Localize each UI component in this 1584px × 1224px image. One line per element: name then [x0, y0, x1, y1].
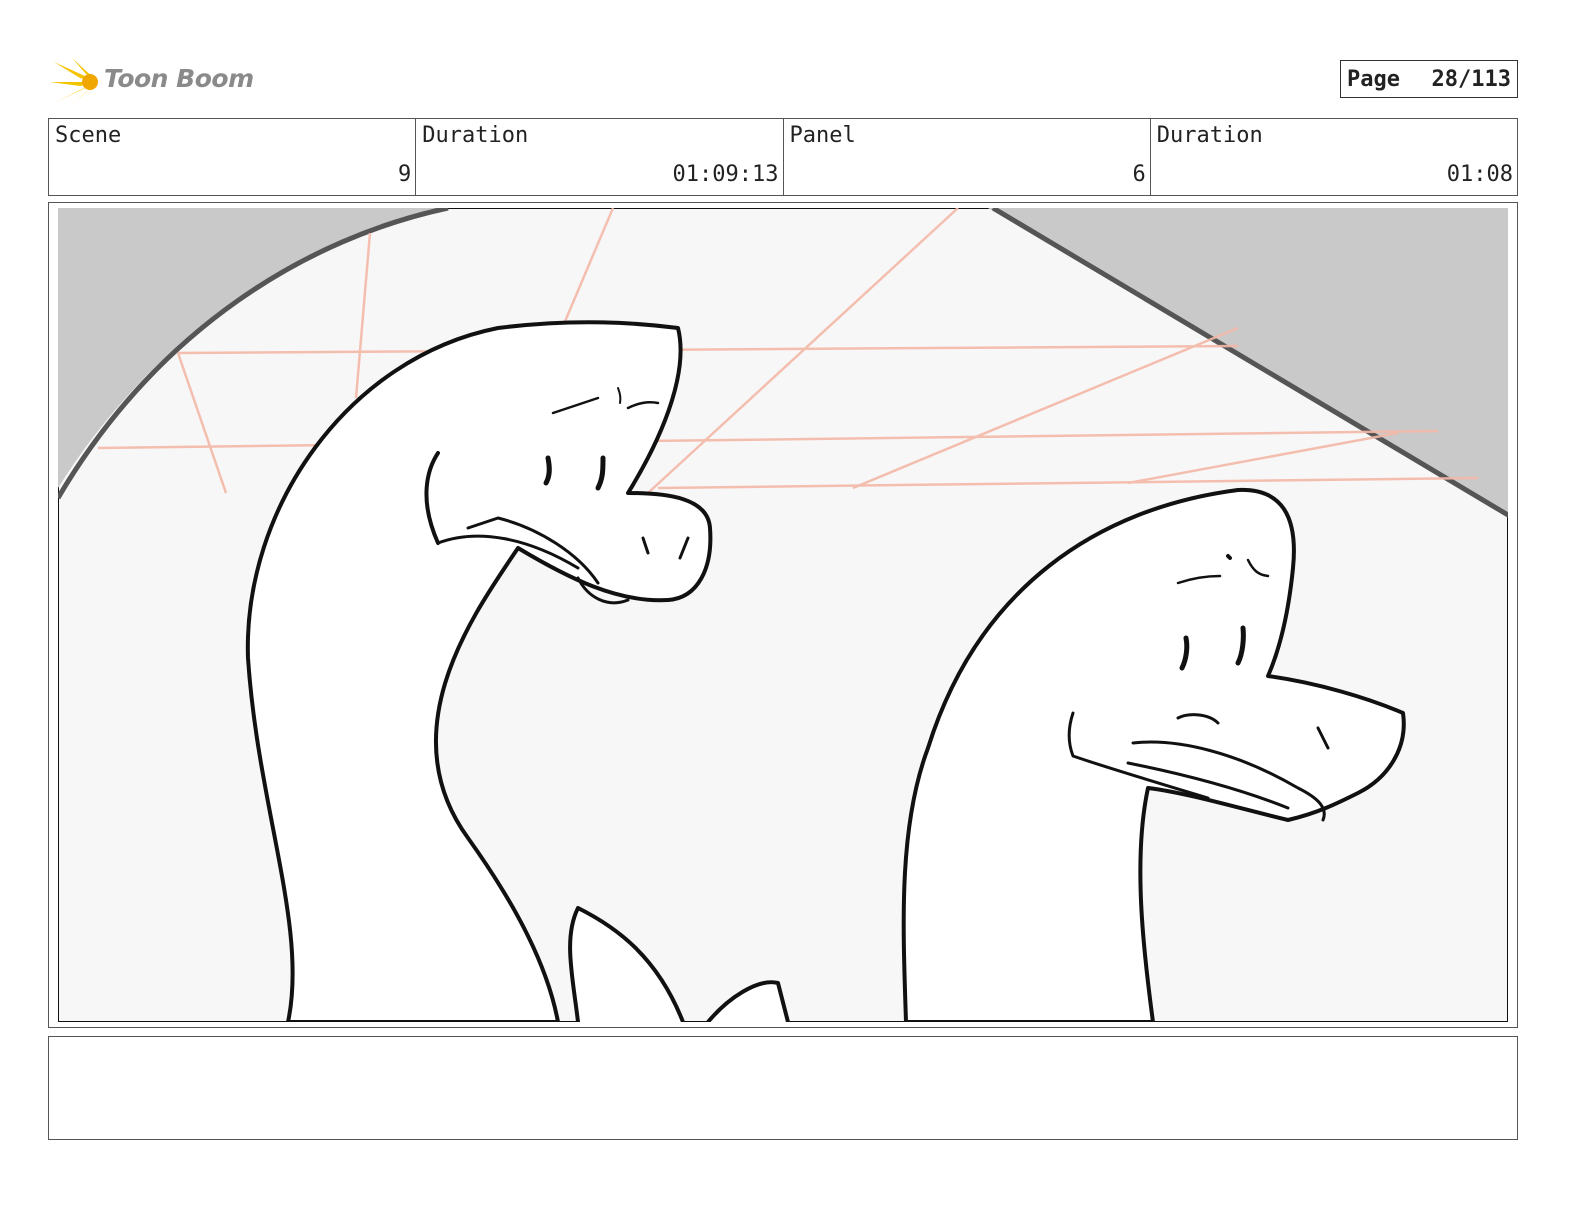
panel-value: 6	[1132, 162, 1146, 187]
page-label: Page	[1347, 66, 1400, 92]
scene-duration-label: Duration	[422, 123, 529, 148]
panel-cell: Panel 6	[784, 119, 1151, 195]
panel-duration-label: Duration	[1156, 123, 1263, 148]
scene-duration-value: 01:09:13	[672, 162, 779, 187]
panel-duration-value: 01:08	[1446, 162, 1513, 187]
scene-value: 9	[398, 162, 412, 187]
notes-box[interactable]	[48, 1036, 1518, 1140]
scene-duration-cell: Duration 01:09:13	[416, 119, 784, 195]
scene-label: Scene	[55, 123, 122, 148]
page-indicator: Page 28/113	[1340, 60, 1518, 98]
panel-label: Panel	[789, 123, 856, 148]
storyboard-drawing	[58, 208, 1508, 1022]
page-number: 28/113	[1431, 66, 1511, 92]
scene-cell: Scene 9	[49, 119, 417, 195]
panel-info-row: Scene 9 Duration 01:09:13 Panel 6 Durati…	[48, 118, 1518, 196]
logo-text: Toon Boom	[104, 64, 254, 93]
panel-duration-cell: Duration 01:08	[1151, 119, 1517, 195]
